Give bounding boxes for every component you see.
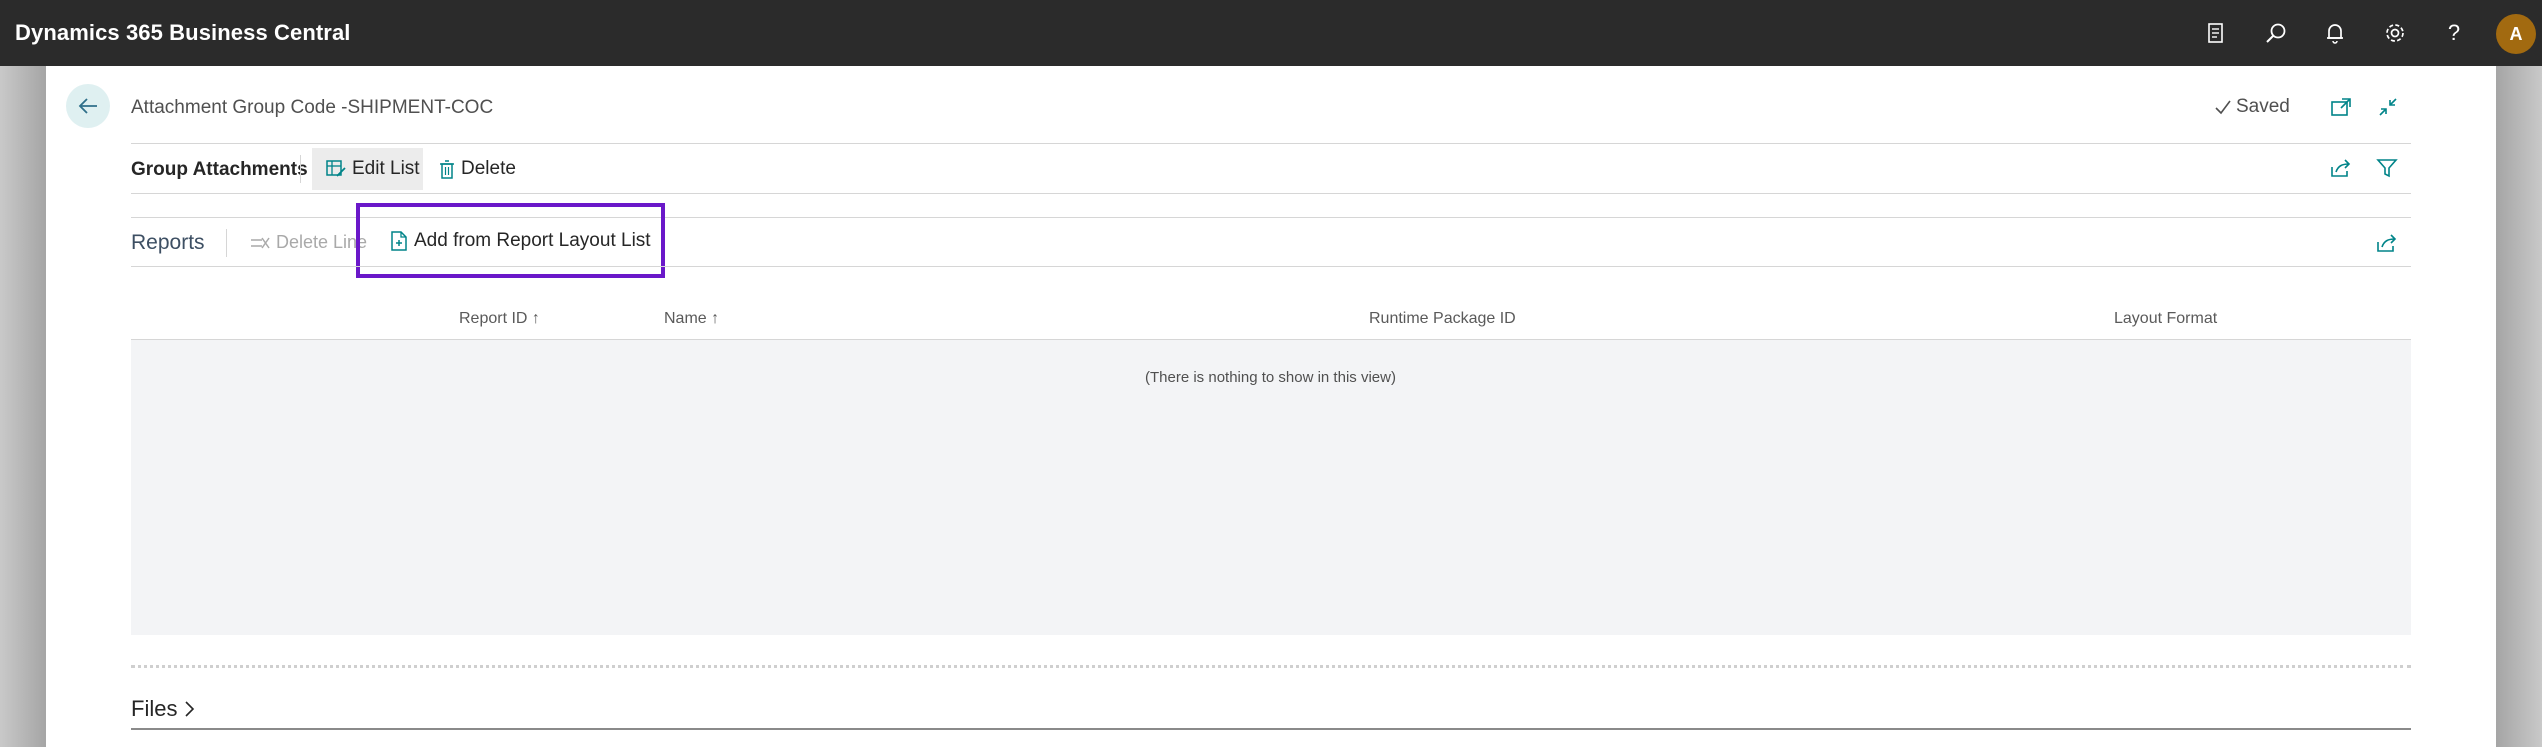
- divider: [131, 143, 2411, 144]
- column-header-name[interactable]: Name ↑: [664, 310, 719, 328]
- share-icon[interactable]: [2372, 228, 2402, 258]
- files-section-header[interactable]: Files: [131, 696, 195, 722]
- app-title[interactable]: Dynamics 365 Business Central: [15, 20, 351, 46]
- edit-list-label: Edit List: [352, 158, 420, 179]
- delete-line-label: Delete Line: [276, 232, 368, 252]
- sort-ascending-icon: ↑: [711, 310, 720, 327]
- group-attachments-caption: Group Attachments: [131, 159, 308, 180]
- divider: [131, 193, 2411, 194]
- share-icon[interactable]: [2326, 153, 2356, 183]
- column-label: Report ID: [459, 310, 528, 327]
- sort-ascending-icon: ↑: [531, 310, 540, 327]
- search-icon[interactable]: [2260, 17, 2292, 49]
- delete-label: Delete: [461, 158, 516, 179]
- background-left: [0, 66, 46, 747]
- collapse-icon[interactable]: [2373, 92, 2403, 122]
- open-new-window-icon[interactable]: [2326, 92, 2356, 122]
- column-label: Name: [664, 310, 707, 327]
- checkmark-icon: [2215, 100, 2231, 115]
- back-button[interactable]: [66, 84, 110, 128]
- avatar[interactable]: A: [2496, 14, 2536, 54]
- report-icon[interactable]: [2200, 17, 2232, 49]
- filter-icon[interactable]: [2372, 153, 2402, 183]
- edit-list-button[interactable]: Edit List: [326, 158, 420, 180]
- arrow-left-icon: [78, 98, 97, 114]
- column-label: Layout Format: [2114, 310, 2218, 327]
- files-underline: [131, 728, 2411, 730]
- reports-caption[interactable]: Reports: [131, 231, 205, 255]
- edit-list-icon: [326, 160, 346, 177]
- part-divider: [131, 665, 2411, 668]
- bell-icon[interactable]: [2319, 17, 2351, 49]
- separator: [226, 229, 227, 257]
- app-bar: Dynamics 365 Business Central ? A: [0, 0, 2542, 66]
- page-title: Attachment Group Code -SHIPMENT-COC: [131, 97, 494, 118]
- background-right: [2496, 66, 2542, 747]
- separator: [300, 155, 301, 183]
- files-caption: Files: [131, 696, 178, 721]
- divider: [131, 266, 2411, 267]
- saved-status: Saved: [2214, 96, 2290, 118]
- column-label: Runtime Package ID: [1369, 310, 1516, 327]
- chevron-right-icon: [185, 701, 195, 717]
- gear-icon[interactable]: [2379, 17, 2411, 49]
- column-header-report-id[interactable]: Report ID ↑: [459, 310, 540, 328]
- empty-grid-message: (There is nothing to show in this view): [1145, 369, 1396, 386]
- column-header-layout-format[interactable]: Layout Format: [2114, 310, 2217, 328]
- saved-label: Saved: [2236, 96, 2290, 117]
- trash-icon: [440, 159, 454, 179]
- delete-line-button[interactable]: Delete Line: [250, 232, 367, 253]
- delete-button[interactable]: Delete: [439, 158, 516, 180]
- column-header-runtime-package-id[interactable]: Runtime Package ID: [1369, 310, 1516, 328]
- delete-line-icon: [251, 237, 270, 248]
- help-icon[interactable]: ?: [2438, 17, 2470, 49]
